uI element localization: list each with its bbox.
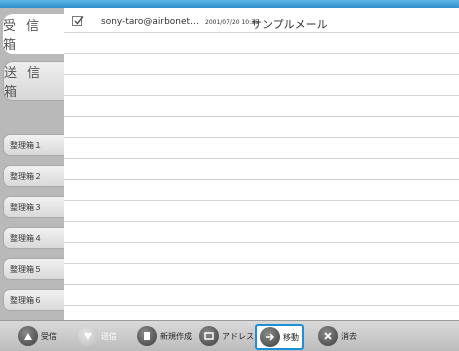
address-book-icon	[199, 326, 219, 346]
receive-icon	[18, 326, 38, 346]
tab-box-2[interactable]: 整理箱２	[3, 165, 64, 187]
tab-sent[interactable]: 送 信 箱	[3, 61, 64, 101]
message-subject: サンプルメール	[251, 18, 328, 31]
tab-box-1-label: 整理箱１	[10, 140, 42, 150]
receive-label: 受信	[41, 331, 57, 341]
tab-sent-label: 送 信 箱	[4, 66, 44, 100]
compose-icon	[137, 326, 157, 346]
row-divider	[64, 242, 459, 243]
move-button[interactable]: 移動	[255, 324, 304, 350]
bottom-toolbar: 受信 送信 新規作成 アドレス 移動 消去	[0, 320, 459, 351]
tab-box-1[interactable]: 整理箱１	[3, 134, 64, 156]
row-divider	[64, 221, 459, 222]
folder-sidebar: 受 信 箱 送 信 箱 整理箱１ 整理箱２ 整理箱３ 整理箱４ 整理箱５ 整理箱…	[0, 8, 64, 320]
address-label: アドレス	[222, 331, 254, 341]
row-divider	[64, 32, 459, 33]
tab-inbox-label: 受 信 箱	[3, 19, 43, 53]
row-divider	[64, 305, 459, 306]
delete-button[interactable]: 消去	[318, 325, 357, 347]
delete-label: 消去	[341, 331, 357, 341]
tab-box-4-label: 整理箱４	[10, 233, 42, 243]
send-icon	[78, 326, 98, 346]
row-divider	[64, 179, 459, 180]
address-button[interactable]: アドレス	[199, 325, 254, 347]
tab-box-6[interactable]: 整理箱６	[3, 289, 64, 311]
message-checkbox[interactable]	[72, 16, 84, 26]
message-list: sony-taro@airbonet… 2001/07/20 10:35 サンプ…	[64, 8, 459, 320]
row-divider	[64, 95, 459, 96]
send-label: 送信	[101, 331, 117, 341]
tab-inbox[interactable]: 受 信 箱	[3, 14, 64, 54]
mail-window: 受 信 箱 送 信 箱 整理箱１ 整理箱２ 整理箱３ 整理箱４ 整理箱５ 整理箱…	[0, 0, 459, 351]
delete-icon	[318, 326, 338, 346]
tab-box-6-label: 整理箱６	[10, 295, 42, 305]
row-divider	[64, 263, 459, 264]
compose-button[interactable]: 新規作成	[137, 325, 192, 347]
tab-box-3[interactable]: 整理箱３	[3, 196, 64, 218]
row-divider	[64, 200, 459, 201]
row-divider	[64, 137, 459, 138]
move-label: 移動	[283, 332, 299, 342]
title-bar	[0, 0, 459, 8]
message-from: sony-taro@airbonet…	[101, 17, 200, 27]
row-divider	[64, 53, 459, 54]
tab-box-5[interactable]: 整理箱５	[3, 258, 64, 280]
tab-box-4[interactable]: 整理箱４	[3, 227, 64, 249]
compose-label: 新規作成	[160, 331, 192, 341]
row-divider	[64, 284, 459, 285]
tab-box-2-label: 整理箱２	[10, 171, 42, 181]
tab-box-3-label: 整理箱３	[10, 202, 42, 212]
send-button[interactable]: 送信	[78, 325, 117, 347]
checkmark-icon	[74, 16, 84, 25]
row-divider	[64, 116, 459, 117]
row-divider	[64, 158, 459, 159]
move-icon	[260, 327, 280, 347]
tab-box-5-label: 整理箱５	[10, 264, 42, 274]
row-divider	[64, 74, 459, 75]
receive-button[interactable]: 受信	[18, 325, 57, 347]
